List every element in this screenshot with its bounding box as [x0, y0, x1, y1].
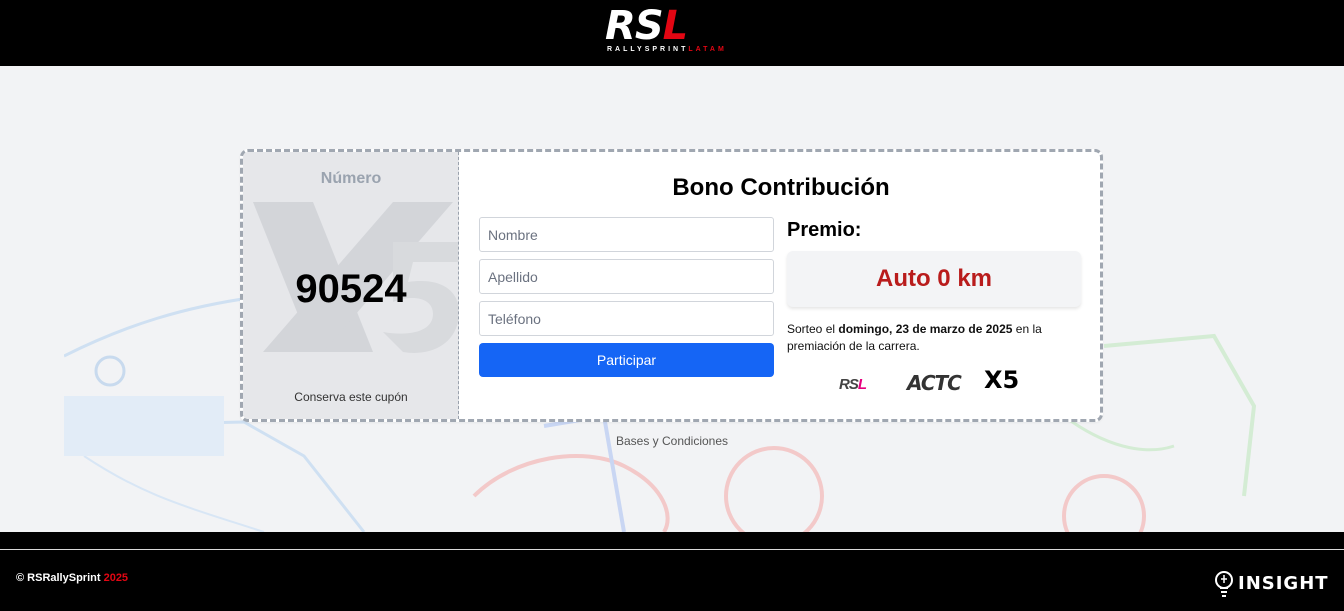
- keep-coupon-note: Conserva este cupón: [294, 390, 408, 404]
- footer-divider: [0, 549, 1344, 550]
- ticket-stub: Número 90524 Conserva este cupón: [243, 152, 459, 419]
- terms-conditions-link[interactable]: Bases y Condiciones: [0, 434, 1344, 448]
- ticket-number: 90524: [295, 267, 407, 311]
- last-name-input[interactable]: [479, 259, 774, 294]
- draw-info: Sorteo el domingo, 23 de marzo de 2025 e…: [787, 322, 1042, 353]
- sponsor-logos: RSL ACTC X5: [839, 366, 1021, 402]
- rsl-logo-subtitle: RALLYSPRINTLATAM: [607, 46, 727, 53]
- sponsor-rsl-logo: RSL: [839, 376, 867, 393]
- prize-value: Auto 0 km: [875, 265, 992, 292]
- contribution-ticket: Número 90524 Conserva este cupón Bono Co…: [240, 149, 1103, 422]
- insight-logo[interactable]: INSIGHT: [1214, 570, 1330, 598]
- form-title: Bono Contribución: [672, 174, 890, 201]
- sponsor-x5-logo: X5: [984, 366, 1020, 394]
- sponsor-actc-logo: ACTC: [907, 371, 962, 395]
- participate-button[interactable]: Participar: [479, 343, 774, 377]
- prize-label: Premio:: [787, 219, 862, 241]
- rsl-logo-letters: RSL: [605, 3, 688, 49]
- ticket-number-label: Número: [320, 170, 382, 187]
- insight-brand: INSIGHT: [1238, 573, 1329, 594]
- draw-date: domingo, 23 de marzo de 2025: [838, 322, 1013, 336]
- copyright: © RSRallySprint 2025: [16, 572, 129, 584]
- prize-box: Auto 0 km: [787, 251, 1081, 307]
- phone-input[interactable]: [479, 301, 774, 336]
- page-footer: © RSRallySprint 2025 INSIGHT: [0, 532, 1344, 611]
- first-name-input[interactable]: [479, 217, 774, 252]
- rsl-logo[interactable]: RSL RALLYSPRINTLATAM: [605, 3, 737, 53]
- top-navbar: RSL RALLYSPRINTLATAM: [0, 0, 1344, 66]
- lightbulb-icon: [1215, 571, 1233, 597]
